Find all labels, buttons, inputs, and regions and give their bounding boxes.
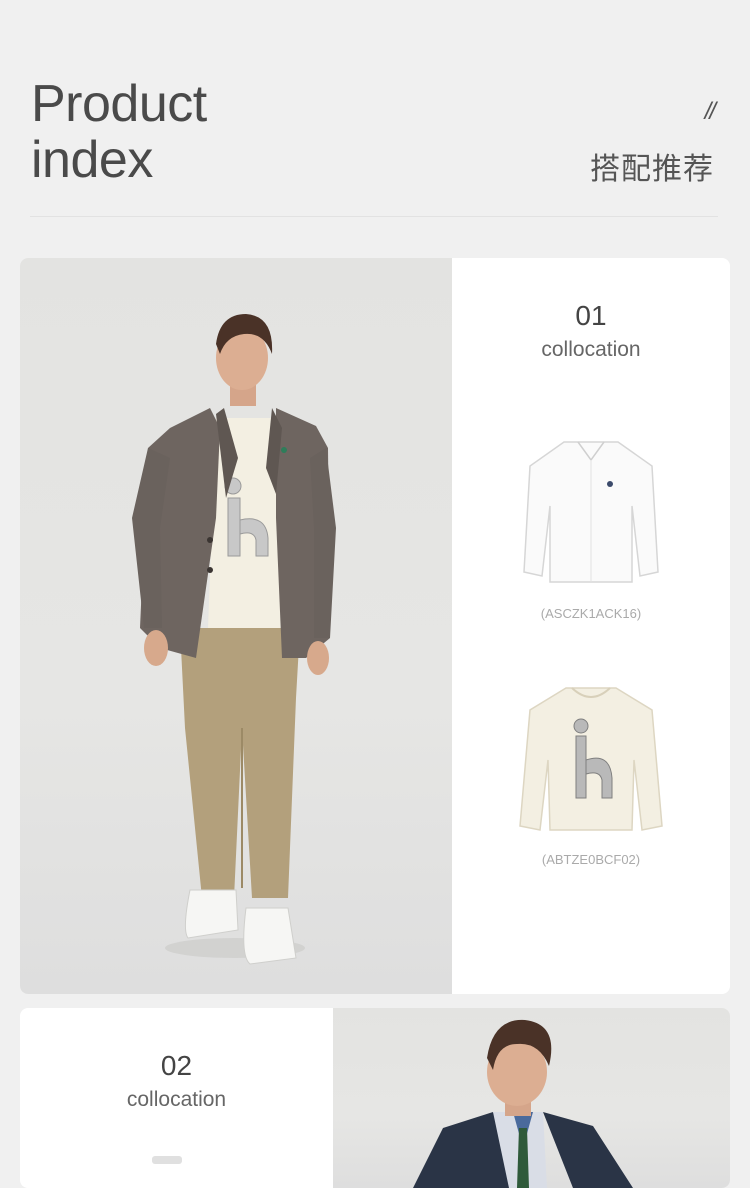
collocation-panel-02: 02 collocation [20,1008,333,1188]
collocation-label: collocation [126,1088,227,1111]
collocation-card-01[interactable]: 01 collocation (ASCZK1ACK16) (ABTZE0BCF0… [20,258,730,994]
page-header: Product index // 搭配推荐 [0,0,750,218]
collocation-label: collocation [541,338,641,361]
white-shirt-icon[interactable] [518,436,664,586]
collocation-number: 01 [575,300,607,331]
collocation-card-02[interactable]: 02 collocation [20,1008,730,1188]
cream-sweatshirt-icon[interactable] [516,680,666,836]
model-photo-02 [333,1008,730,1188]
collocation-panel-01: 01 collocation (ASCZK1ACK16) (ABTZE0BCF0… [452,258,730,994]
model-figure-01 [132,314,336,965]
collocation-number: 02 [160,1050,193,1081]
subtitle-cn: 搭配推荐 [590,152,714,187]
model-figure-02 [413,1019,633,1188]
double-slash-mark: // [704,98,716,125]
title-index: index [31,131,153,189]
product-sku: (ABTZE0BCF02) [541,852,641,867]
product-thumbnail-partial [152,1156,182,1164]
title-product: Product [31,75,207,133]
product-sku: (ASCZK1ACK16) [540,606,642,621]
model-photo-01 [20,258,452,994]
header-divider [30,216,718,217]
